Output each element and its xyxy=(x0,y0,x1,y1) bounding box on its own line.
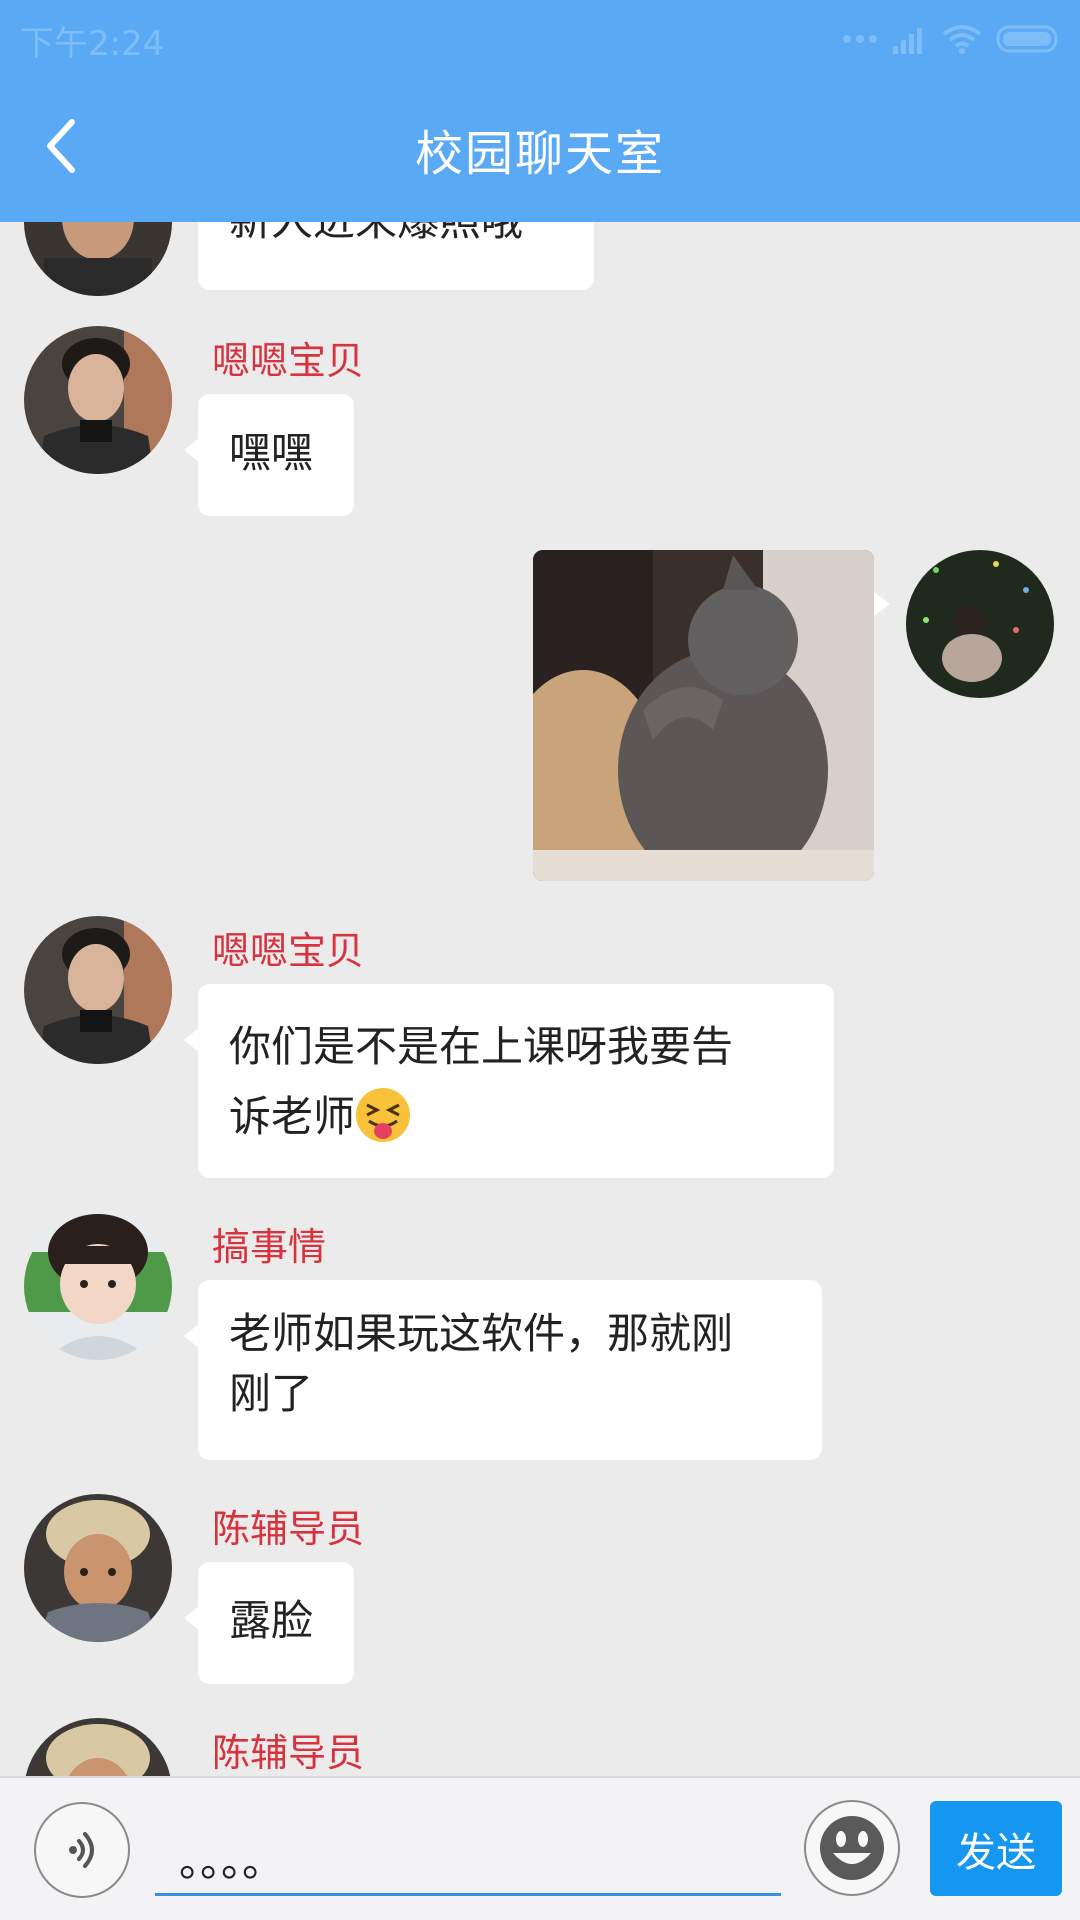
status-time: 下午2:24 xyxy=(20,24,165,64)
message-bubble[interactable]: 你们是不是在上课呀我要告 诉老师 xyxy=(184,984,834,1178)
message-input[interactable] xyxy=(155,1798,781,1896)
status-icons xyxy=(842,22,1062,56)
top-bar: 下午2:24 校园聊天室 xyxy=(0,0,1080,222)
sender-name: 陈辅导员 xyxy=(212,1731,365,1775)
tongue-out-emoji-icon xyxy=(356,1088,411,1142)
message-text: 嘿嘿 xyxy=(229,428,314,477)
sender-name: 陈辅导员 xyxy=(212,1507,365,1551)
sender-name: 嗯嗯宝贝 xyxy=(212,339,365,383)
message-text: 诉老师 xyxy=(229,1092,356,1141)
message-text-line: 你们是不是在上课呀我要告 xyxy=(229,1022,734,1071)
message-text-line: 刚了 xyxy=(229,1369,314,1418)
message-text: 露脸 xyxy=(229,1596,314,1645)
input-bar: 发送 xyxy=(0,1776,1080,1920)
signal-icon xyxy=(893,28,922,54)
chat-message-list[interactable]: 新人进来爆照哦 嗯嗯宝贝 嘿嘿 xyxy=(0,222,1080,1776)
wifi-icon xyxy=(942,25,982,54)
avatar[interactable] xyxy=(24,916,172,1064)
voice-button[interactable] xyxy=(34,1802,130,1898)
send-button[interactable]: 发送 xyxy=(930,1801,1062,1896)
chat-screen: 下午2:24 校园聊天室 嗯嗯宝贝 嘿嘿 嗯嗯宝贝 你们是不是在上课呀我要告 诉… xyxy=(0,0,1080,1920)
message-bubble[interactable]: 露脸 xyxy=(184,1562,354,1684)
voice-icon xyxy=(69,1832,94,1868)
avatar[interactable] xyxy=(24,1212,172,1360)
emoji-button[interactable] xyxy=(804,1800,900,1896)
avatar[interactable] xyxy=(24,1494,172,1642)
avatar[interactable] xyxy=(24,1718,172,1776)
my-avatar[interactable] xyxy=(906,550,1054,698)
title-bar: 校园聊天室 xyxy=(0,76,1080,222)
message-text-line: 诉老师 xyxy=(229,1086,803,1148)
sender-name: 搞事情 xyxy=(212,1225,327,1269)
page-title: 校园聊天室 xyxy=(414,126,665,182)
message-text-line: 老师如果玩这软件，那就刚 xyxy=(229,1309,734,1358)
cat-photo xyxy=(533,550,874,881)
avatar[interactable] xyxy=(24,222,172,296)
message-bubble[interactable]: 嘿嘿 xyxy=(184,394,354,516)
battery-icon xyxy=(996,25,1058,53)
message-bubble[interactable]: 新人进来爆照哦 xyxy=(198,222,594,290)
bubble-tail xyxy=(874,592,890,616)
avatar[interactable] xyxy=(24,326,172,474)
message-bubble[interactable]: 老师如果玩这软件，那就刚 刚了 xyxy=(184,1280,822,1460)
smiley-icon xyxy=(820,1816,884,1880)
more-dots-icon xyxy=(843,35,877,43)
message-text: 新人进来爆照哦 xyxy=(229,222,523,245)
image-message[interactable] xyxy=(533,550,874,881)
status-bar: 下午2:24 xyxy=(0,0,1080,76)
sender-name: 嗯嗯宝贝 xyxy=(212,929,365,973)
